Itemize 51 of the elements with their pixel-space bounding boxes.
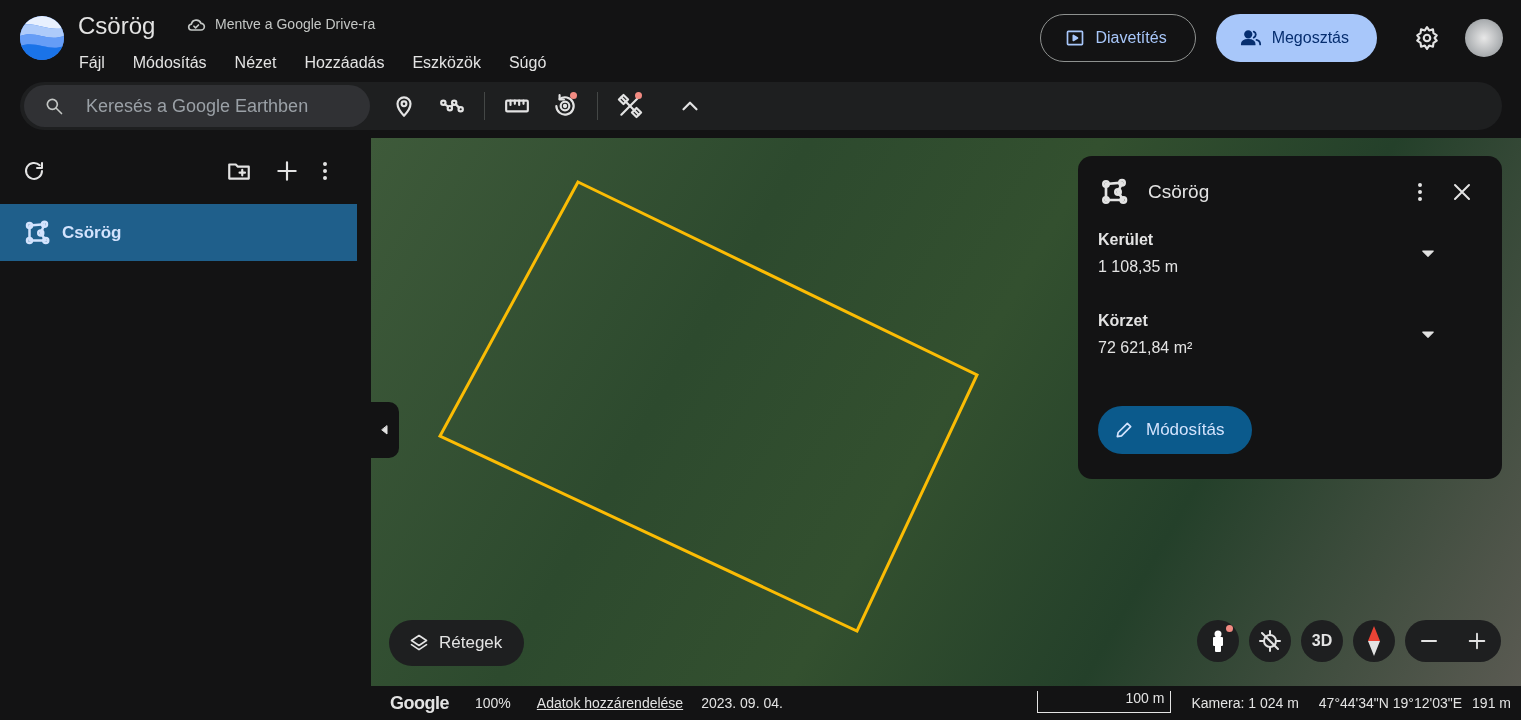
menu-item[interactable]: Eszközök xyxy=(412,51,481,75)
search-field[interactable]: Keresés a Google Earthben xyxy=(24,85,370,127)
compass-button[interactable] xyxy=(1353,620,1395,662)
user-avatar[interactable] xyxy=(1465,19,1503,57)
layers-icon xyxy=(409,633,429,653)
menu-item[interactable]: Módosítás xyxy=(132,51,207,75)
refresh-icon xyxy=(22,159,46,183)
menu-item[interactable]: Hozzáadás xyxy=(304,51,385,75)
metric-label: Körzet xyxy=(1098,311,1149,331)
imagery-date: 2023. 09. 04. xyxy=(701,693,783,713)
google-logo: Google xyxy=(390,691,449,715)
metric-value: 72 621,84 m² xyxy=(1098,338,1194,358)
settings-icon xyxy=(1414,25,1440,51)
satellite-icon xyxy=(617,93,643,119)
card-title: Csörög xyxy=(1148,179,1211,204)
play-icon xyxy=(1065,28,1086,48)
3d-button[interactable]: 3D xyxy=(1301,620,1343,662)
zoom-level: 100% xyxy=(475,693,511,713)
camera-altitude: Kamera: 1 024 m xyxy=(1191,693,1299,713)
coordinates: 47°44'34"N 19°12'03"E xyxy=(1318,693,1463,713)
metric-label: Kerület xyxy=(1098,230,1155,250)
attribution-link[interactable]: Adatok hozzárendelése xyxy=(536,692,684,714)
sidebar-item[interactable]: Csörög xyxy=(0,204,357,261)
elevation: 191 m xyxy=(1472,693,1511,713)
share-button[interactable]: Megosztás xyxy=(1215,14,1377,62)
app-logo-icon xyxy=(20,16,64,60)
collapse-panel-button[interactable] xyxy=(371,402,399,458)
minus-icon xyxy=(1421,639,1437,643)
document-title: Csörög xyxy=(78,11,156,41)
street-view-button[interactable] xyxy=(1197,620,1239,662)
more-icon xyxy=(1418,183,1422,201)
menu-item[interactable]: Súgó xyxy=(508,51,547,75)
search-icon xyxy=(44,96,64,116)
history-icon xyxy=(552,93,578,119)
compass-icon xyxy=(1366,626,1382,656)
caret-left-icon xyxy=(379,424,391,436)
notification-dot xyxy=(570,92,577,99)
pencil-icon xyxy=(1114,420,1134,440)
tilt-off-icon xyxy=(1258,629,1282,653)
save-status: Mentve a Google Drive-ra xyxy=(215,15,376,34)
edit-button[interactable]: Módosítás xyxy=(1098,406,1253,454)
menu-item[interactable]: Fájl xyxy=(79,51,105,75)
plus-icon xyxy=(1466,630,1488,652)
menu-item[interactable]: Nézet xyxy=(234,51,277,75)
layers-button[interactable]: Rétegek xyxy=(389,620,525,666)
plus-icon xyxy=(274,158,300,184)
metric-value: 1 108,35 m xyxy=(1098,257,1180,277)
tilt-button[interactable] xyxy=(1249,620,1291,662)
more-icon xyxy=(323,162,327,180)
notification-dot xyxy=(635,92,642,99)
scale-bar: 100 m xyxy=(1037,691,1172,713)
